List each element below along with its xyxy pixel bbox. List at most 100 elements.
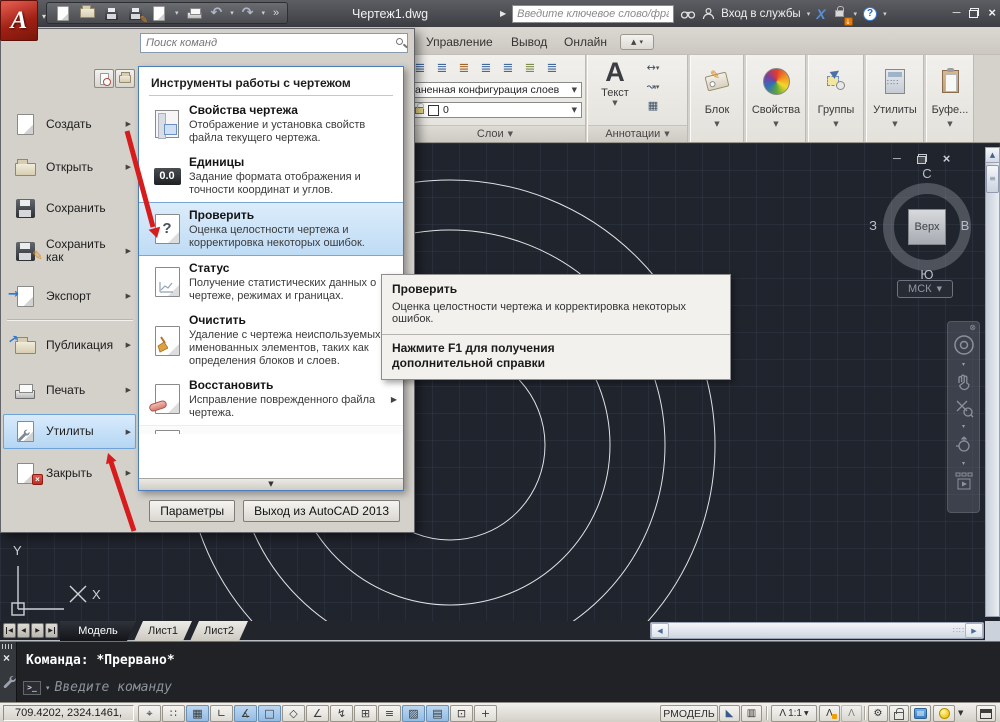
menu-item-save[interactable]: Сохранить	[3, 188, 136, 228]
open-documents-button[interactable]	[115, 69, 135, 88]
toggle-object-snap-tracking[interactable]: ∠	[306, 705, 329, 722]
layers-panel-label[interactable]: Слои▼	[405, 125, 585, 142]
infocenter-expand-icon[interactable]: ▶	[500, 9, 506, 18]
viewport-close-button[interactable]: ×	[943, 151, 951, 166]
workspace-gear-icon[interactable]: ⚙	[868, 705, 888, 722]
model-space-button[interactable]: РМОДЕЛЬ	[660, 705, 718, 722]
toggle-dynamic-ucs[interactable]: ↯	[330, 705, 353, 722]
annotation-panel-label[interactable]: Аннотации▼	[588, 125, 687, 142]
toggle-object-snap[interactable]: □	[258, 705, 281, 722]
command-close-icon[interactable]: ×	[3, 651, 10, 665]
properties-panel[interactable]: Свойства ▼	[746, 55, 806, 142]
restore-button[interactable]	[969, 8, 979, 18]
isolate-objects-icon[interactable]	[933, 705, 955, 722]
ucs-selector-button[interactable]: МСК▼	[897, 280, 953, 298]
help-dropdown[interactable]: ▾	[883, 10, 887, 18]
exit-button[interactable]: Выход из AutoCAD 2013	[243, 500, 400, 522]
table-icon[interactable]: ▦	[643, 97, 663, 114]
scroll-left-icon[interactable]: ◀	[651, 623, 669, 638]
pan-hand-icon[interactable]	[954, 373, 974, 391]
exchange-icon[interactable]: X	[816, 6, 825, 22]
tab-first-icon[interactable]: ◀	[3, 623, 16, 638]
flyout-item-drawing-properties[interactable]: Свойства чертежаОтображение и установка …	[139, 98, 403, 150]
tab-output[interactable]: Вывод	[503, 32, 555, 52]
application-menu-button[interactable]: A	[0, 0, 38, 41]
infocenter-search-input[interactable]	[512, 5, 674, 23]
tab-model[interactable]: Модель	[60, 621, 136, 641]
show-motion-icon[interactable]	[954, 472, 974, 490]
recent-documents-button[interactable]	[94, 69, 114, 88]
toggle-transparency[interactable]: ▨	[402, 705, 425, 722]
toggle-annotation-monitor[interactable]: +	[474, 705, 497, 722]
block-panel[interactable]: ✎ Блок ▼	[690, 55, 744, 142]
layer-select-dropdown[interactable]: 0 ▼	[410, 102, 582, 118]
steering-wheel-icon[interactable]	[953, 334, 975, 356]
toggle-quick-properties[interactable]: ▤	[426, 705, 449, 722]
viewcube-north[interactable]: С	[918, 166, 936, 181]
menu-item-close[interactable]: × Закрыть ▶	[3, 453, 136, 493]
layer-tool-icon[interactable]: ≣	[519, 58, 541, 78]
flyout-item-recover[interactable]: ВосстановитьИсправление поврежденного фа…	[139, 373, 403, 425]
save-icon[interactable]	[103, 4, 119, 22]
coordinates-readout[interactable]: 709.4202, 2324.1461, 0.0000	[3, 705, 134, 721]
viewport-minimize-button[interactable]: ─	[893, 153, 901, 165]
signin-person-icon[interactable]	[702, 7, 715, 20]
menu-item-print[interactable]: Печать ▶	[3, 370, 136, 410]
plot-preview-icon[interactable]	[151, 4, 167, 22]
command-prompt-dropdown[interactable]: ▾	[46, 684, 50, 692]
flyout-item-status[interactable]: СтатусПолучение статистических данных о …	[139, 256, 403, 308]
toggle-lineweight[interactable]: ≡	[378, 705, 401, 722]
menu-item-save-as[interactable]: ✎ Сохранить как ▶	[3, 228, 136, 274]
application-menu-dropdown-icon[interactable]: ▾	[42, 12, 46, 21]
viewport-restore-button[interactable]	[917, 154, 927, 164]
open-file-icon[interactable]	[79, 4, 95, 22]
ui-lock-icon[interactable]	[889, 705, 909, 722]
layer-tool-icon[interactable]: ≣	[475, 58, 497, 78]
layer-tool-icon[interactable]: ≣	[541, 58, 563, 78]
viewcube-west[interactable]: З	[864, 218, 882, 233]
scroll-up-icon[interactable]: ▲	[986, 148, 999, 163]
command-wrench-icon[interactable]	[1, 674, 16, 689]
qat-more-icon[interactable]: »	[273, 7, 279, 19]
redo-dropdown[interactable]: ▾	[262, 9, 266, 17]
tab-last-icon[interactable]: ▶	[45, 623, 58, 638]
tab-sheet2[interactable]: Лист2	[190, 621, 248, 641]
tab-next-icon[interactable]: ▶	[31, 623, 44, 638]
annotation-scale-button[interactable]: Λ1:1▼	[771, 705, 817, 722]
flyout-item-audit[interactable]: ? ПроверитьОценка целостности чертежа и …	[139, 202, 403, 256]
flyout-item-purge[interactable]: ОчиститьУдаление с чертежа неиспользуемы…	[139, 308, 403, 373]
plot-preview-dropdown[interactable]: ▾	[175, 9, 179, 17]
scrollbar-grip[interactable]: ∷∷	[953, 626, 965, 635]
search-binoculars-icon[interactable]	[680, 8, 696, 20]
groups-panel[interactable]: ▶ Группы ▼	[808, 55, 864, 142]
hardware-acceleration-icon[interactable]	[910, 705, 931, 722]
layer-tool-icon[interactable]: ≣	[431, 58, 453, 78]
minimize-button[interactable]: ─	[953, 7, 961, 19]
signin-dropdown[interactable]: ▾	[807, 10, 811, 18]
redo-icon[interactable]: ↷	[242, 6, 254, 20]
toggle-infer-constraints[interactable]: ⌖	[138, 705, 161, 722]
close-button[interactable]: ×	[988, 5, 996, 20]
zoom-icon[interactable]	[954, 398, 974, 418]
options-button[interactable]: Параметры	[149, 500, 235, 522]
new-file-icon[interactable]	[55, 4, 71, 22]
toggle-grid-display[interactable]: ▦	[186, 705, 209, 722]
menu-item-drawing-utilities[interactable]: Утилиты ▶	[3, 414, 136, 449]
toggle-polar-tracking[interactable]: ∡	[234, 705, 257, 722]
layout-button[interactable]: ◣	[719, 705, 740, 722]
signin-label[interactable]: Вход в службы	[721, 8, 801, 20]
layer-tool-icon[interactable]: ≣	[497, 58, 519, 78]
vertical-scrollbar[interactable]: ▲ ≡	[985, 147, 1000, 617]
save-as-icon[interactable]: ✎	[127, 4, 143, 22]
leader-icon[interactable]: ↝▾	[643, 78, 663, 95]
utilities-panel[interactable]: Утилиты ▼	[866, 55, 924, 142]
menu-item-new[interactable]: Создать ▶	[3, 103, 136, 145]
annotation-visibility-button[interactable]: Λ	[819, 705, 840, 722]
layer-state-dropdown[interactable]: аненная конфигурация слоев ▼	[410, 82, 582, 98]
tab-manage[interactable]: Управление	[418, 32, 501, 52]
horizontal-scrollbar[interactable]: ◀ ∷∷ ▶	[650, 622, 984, 639]
license-lock-icon[interactable]: ↓	[832, 5, 848, 23]
menu-search-input[interactable]	[140, 33, 408, 53]
clipboard-panel[interactable]: Буфе... ▼	[926, 55, 974, 142]
toggle-3d-object-snap[interactable]: ◇	[282, 705, 305, 722]
